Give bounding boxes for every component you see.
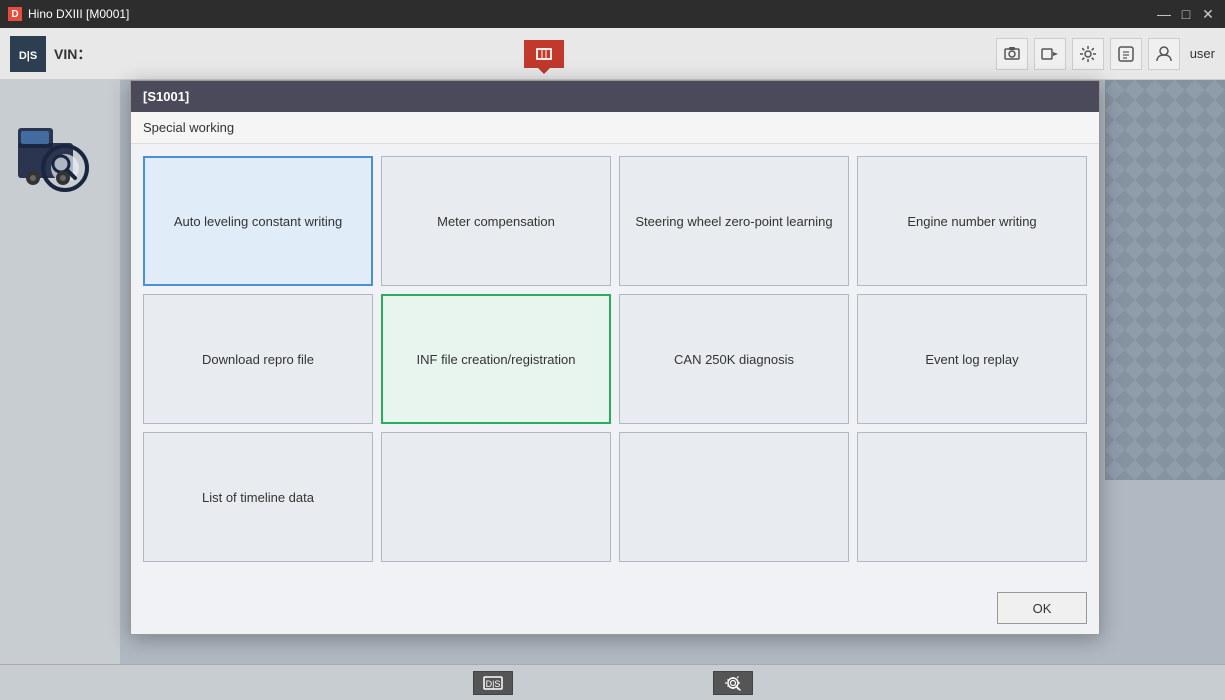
- decorative-pattern: [1105, 80, 1225, 480]
- toolbar: D|S VIN： user: [0, 28, 1225, 80]
- grid-row-1: Auto leveling constant writing Meter com…: [143, 156, 1087, 286]
- download-repro-button[interactable]: Download repro file: [143, 294, 373, 424]
- empty-cell-1: [381, 432, 611, 562]
- steering-wheel-button[interactable]: Steering wheel zero-point learning: [619, 156, 849, 286]
- grid-row-3: List of timeline data: [143, 432, 1087, 562]
- modal-header: [S1001]: [131, 81, 1099, 112]
- list-timeline-button[interactable]: List of timeline data: [143, 432, 373, 562]
- can-250k-label: CAN 250K diagnosis: [674, 352, 794, 367]
- event-log-button[interactable]: Event log replay: [857, 294, 1087, 424]
- settings-button[interactable]: [1072, 38, 1104, 70]
- minimize-button[interactable]: —: [1155, 5, 1173, 23]
- event-log-label: Event log replay: [925, 352, 1018, 367]
- title-bar: D Hino DXIII [M0001] — □ ✕: [0, 0, 1225, 28]
- vin-label: VIN：: [54, 44, 91, 64]
- modal-subheader: Special working: [131, 112, 1099, 144]
- user-icon-button[interactable]: [1148, 38, 1180, 70]
- app-logo: D|S: [10, 36, 46, 72]
- empty-cell-3: [857, 432, 1087, 562]
- status-bar: D|S: [0, 664, 1225, 700]
- meter-compensation-label: Meter compensation: [437, 214, 555, 229]
- record-button[interactable]: [1034, 38, 1066, 70]
- svg-text:D|S: D|S: [485, 679, 500, 689]
- close-button[interactable]: ✕: [1199, 5, 1217, 23]
- download-repro-label: Download repro file: [202, 352, 314, 367]
- maximize-button[interactable]: □: [1177, 5, 1195, 23]
- can-250k-button[interactable]: CAN 250K diagnosis: [619, 294, 849, 424]
- modal-dialog: [S1001] Special working Auto leveling co…: [130, 80, 1100, 635]
- list-timeline-label: List of timeline data: [202, 490, 314, 505]
- screenshot-button[interactable]: [996, 38, 1028, 70]
- meter-compensation-button[interactable]: Meter compensation: [381, 156, 611, 286]
- status-left-button[interactable]: D|S: [473, 671, 513, 695]
- steering-wheel-label: Steering wheel zero-point learning: [635, 214, 832, 229]
- auto-leveling-label: Auto leveling constant writing: [174, 214, 342, 229]
- window-title: Hino DXIII [M0001]: [28, 7, 129, 21]
- auto-leveling-button[interactable]: Auto leveling constant writing: [143, 156, 373, 286]
- modal-body: Auto leveling constant writing Meter com…: [131, 144, 1099, 582]
- truck-icon: [10, 110, 110, 210]
- engine-number-label: Engine number writing: [907, 214, 1036, 229]
- engine-number-button[interactable]: Engine number writing: [857, 156, 1087, 286]
- grid-row-2: Download repro file INF file creation/re…: [143, 294, 1087, 424]
- inf-file-button[interactable]: INF file creation/registration: [381, 294, 611, 424]
- ok-button[interactable]: OK: [997, 592, 1087, 624]
- app-icon: D: [8, 7, 22, 21]
- left-panel: [0, 80, 120, 664]
- status-right-button[interactable]: [713, 671, 753, 695]
- empty-cell-2: [619, 432, 849, 562]
- connection-indicator: [524, 40, 564, 68]
- inf-file-label: INF file creation/registration: [417, 352, 576, 367]
- modal-subtitle: Special working: [143, 120, 234, 135]
- user-label: user: [1190, 46, 1215, 61]
- svg-text:D|S: D|S: [19, 50, 37, 62]
- info-button[interactable]: [1110, 38, 1142, 70]
- modal-id: [S1001]: [143, 89, 189, 104]
- modal-footer: OK: [131, 582, 1099, 634]
